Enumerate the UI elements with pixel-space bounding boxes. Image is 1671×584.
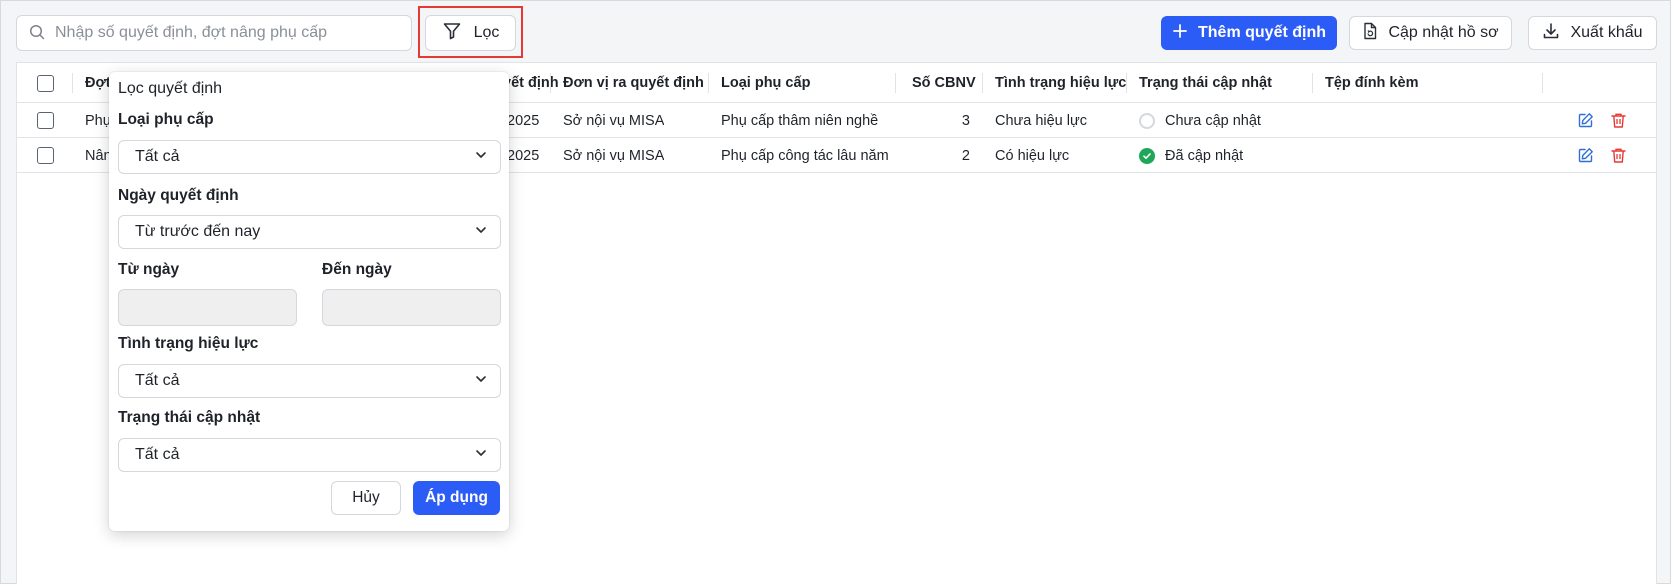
validity-select[interactable]: Tất cả (118, 364, 501, 398)
cell-issuer: Sở nội vụ MISA (563, 112, 665, 129)
chevron-down-icon (474, 148, 488, 167)
edit-icon[interactable] (1577, 147, 1594, 164)
update-profile-button[interactable]: Cập nhật hồ sơ (1349, 16, 1512, 50)
column-divider (1126, 73, 1127, 93)
search-box[interactable] (16, 15, 412, 51)
column-divider (895, 73, 896, 93)
edit-icon[interactable] (1577, 112, 1594, 129)
column-divider (72, 73, 73, 93)
cell-employee-count: 2 (961, 147, 970, 164)
decision-date-value: Từ trước đến nay (135, 223, 261, 240)
export-label: Xuất khẩu (1570, 24, 1643, 41)
row-select-cell (37, 103, 54, 138)
allowance-type-select[interactable]: Tất cả (118, 140, 501, 174)
select-all-cell (37, 63, 54, 103)
select-all-checkbox[interactable] (37, 74, 54, 92)
trash-icon[interactable] (1610, 147, 1627, 164)
decision-date-select[interactable]: Từ trước đến nay (118, 215, 501, 249)
cell-update-status: Đã cập nhật (1139, 138, 1243, 173)
from-date-input[interactable] (118, 289, 297, 326)
column-divider (1312, 73, 1313, 93)
download-icon (1542, 22, 1560, 45)
update-status-label: Trạng thái cập nhật (118, 409, 261, 426)
row-select-cell (37, 138, 54, 173)
cell-update-status: Chưa cập nhật (1139, 103, 1261, 138)
apply-button[interactable]: Áp dụng (413, 481, 500, 515)
cell-validity: Chưa hiệu lực (995, 112, 1087, 129)
cell-issuer: Sở nội vụ MISA (563, 147, 665, 164)
cell-allowance-type: Phụ cấp thâm niên nghề (721, 112, 879, 129)
column-divider (1542, 73, 1543, 93)
filter-icon (442, 21, 462, 46)
header-batch[interactable]: Đợt (85, 63, 111, 103)
from-date-label: Từ ngày (118, 261, 180, 278)
chevron-down-icon (474, 446, 488, 465)
trash-icon[interactable] (1610, 112, 1627, 129)
header-update-status[interactable]: Trạng thái cập nhật (1139, 63, 1272, 103)
document-refresh-icon (1362, 22, 1378, 45)
filter-button-highlight: Lọc (418, 6, 523, 58)
chevron-down-icon (474, 223, 488, 242)
cell-allowance-type: Phụ cấp công tác lâu năm (721, 147, 889, 164)
row-checkbox[interactable] (37, 147, 54, 164)
check-icon (1139, 147, 1155, 164)
allowance-type-label: Loại phụ cấp (118, 111, 214, 128)
cell-validity: Có hiệu lực (995, 147, 1070, 164)
header-attachment[interactable]: Tệp đính kèm (1325, 63, 1418, 103)
add-decision-button[interactable]: Thêm quyết định (1161, 16, 1337, 50)
header-employee-count[interactable]: Số CBNV (912, 63, 976, 103)
cell-batch: Nân (85, 147, 112, 164)
to-date-input[interactable] (322, 289, 501, 326)
filter-button-label: Lọc (473, 24, 500, 41)
add-decision-label: Thêm quyết định (1198, 24, 1326, 41)
update-status-text: Đã cập nhật (1165, 147, 1244, 164)
decision-date-label: Ngày quyết định (118, 187, 239, 204)
cell-batch: Phụ (85, 112, 111, 129)
header-validity[interactable]: Tình trạng hiệu lực (995, 63, 1126, 103)
column-divider (550, 73, 551, 93)
export-button[interactable]: Xuất khẩu (1528, 16, 1657, 50)
update-status-select[interactable]: Tất cả (118, 438, 501, 472)
allowance-type-value: Tất cả (135, 148, 180, 165)
update-status-text: Chưa cập nhật (1165, 112, 1261, 129)
plus-icon (1172, 23, 1188, 44)
chevron-down-icon (474, 372, 488, 391)
validity-label: Tình trạng hiệu lực (118, 335, 259, 352)
cell-employee-count: 3 (961, 112, 970, 129)
search-icon (29, 24, 45, 43)
header-allowance-type[interactable]: Loại phụ cấp (721, 63, 810, 103)
filter-popover-title: Lọc quyết định (118, 80, 223, 97)
pending-status-icon (1139, 112, 1155, 129)
column-divider (982, 73, 983, 93)
update-status-value: Tất cả (135, 446, 180, 463)
update-profile-label: Cập nhật hồ sơ (1388, 24, 1499, 41)
cancel-button[interactable]: Hủy (331, 481, 401, 515)
row-checkbox[interactable] (37, 112, 54, 129)
filter-popover: Lọc quyết định Loại phụ cấp Tất cả Ngày … (109, 72, 509, 531)
header-issuer[interactable]: Đơn vị ra quyết định (563, 63, 704, 103)
validity-value: Tất cả (135, 372, 180, 389)
search-input[interactable] (55, 24, 385, 42)
to-date-label: Đến ngày (322, 261, 392, 278)
app-frame: Lọc Thêm quyết định Cập nhật hồ sơ Xuất … (0, 0, 1671, 584)
filter-button[interactable]: Lọc (425, 15, 516, 51)
column-divider (708, 73, 709, 93)
